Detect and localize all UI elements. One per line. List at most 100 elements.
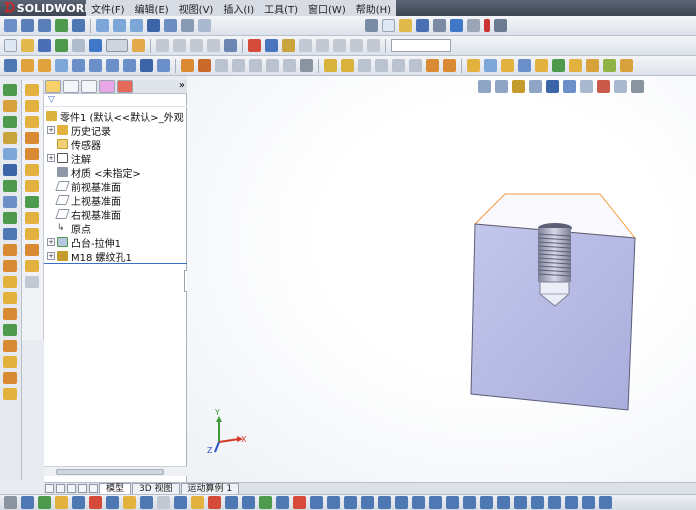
menu-insert[interactable]: 插入(I) — [218, 0, 259, 16]
tree-item-annotations[interactable]: + 注解 — [47, 151, 91, 166]
sketch-tool-icon[interactable] — [259, 496, 272, 509]
sketch-tool-icon[interactable] — [190, 39, 203, 52]
tool-icon[interactable] — [25, 164, 39, 176]
tree-item-front-plane[interactable]: 前视基准面 — [55, 179, 121, 194]
tool-icon[interactable] — [25, 196, 39, 208]
sketch-tool-icon[interactable] — [361, 496, 374, 509]
tool-icon[interactable] — [603, 59, 616, 72]
tree-item-extrude[interactable]: + 凸台-拉伸1 — [47, 235, 121, 250]
sketch-tool-icon[interactable] — [293, 496, 306, 509]
measure-icon[interactable] — [224, 39, 237, 52]
wireframe-icon[interactable] — [181, 19, 194, 32]
sketch-tool-icon[interactable] — [395, 496, 408, 509]
open-icon[interactable] — [399, 19, 412, 32]
horizontal-scrollbar[interactable] — [44, 466, 187, 476]
reference-geometry-icon[interactable] — [324, 59, 337, 72]
scrollbar-thumb[interactable] — [56, 469, 164, 475]
tool-icon[interactable] — [443, 59, 456, 72]
menu-view[interactable]: 视图(V) — [174, 0, 219, 16]
sketch-tool-icon[interactable] — [548, 496, 561, 509]
tool-icon[interactable] — [467, 59, 480, 72]
render-icon[interactable] — [316, 39, 329, 52]
feature-icon[interactable] — [157, 59, 170, 72]
tree-item-part[interactable]: 零件1 (默认<<默认>_外观 显 — [46, 109, 197, 124]
tool-icon[interactable] — [501, 59, 514, 72]
menu-help[interactable]: 帮助(H) — [351, 0, 396, 16]
open-file-icon[interactable] — [21, 39, 34, 52]
tool-icon[interactable] — [3, 164, 17, 176]
sketch-tool-icon[interactable] — [480, 496, 493, 509]
rebuild-icon[interactable] — [484, 19, 490, 32]
chevron-right-icon[interactable]: » — [179, 80, 187, 93]
sketch-tool-icon[interactable] — [72, 496, 85, 509]
tool-icon[interactable] — [3, 276, 17, 288]
tool-icon[interactable] — [392, 59, 405, 72]
tree-item-top-plane[interactable]: 上视基准面 — [55, 193, 121, 208]
dimxpert-tab-icon[interactable] — [99, 80, 115, 93]
tool-icon[interactable] — [3, 356, 17, 368]
view-orientation-icon[interactable] — [4, 19, 17, 32]
tool-icon[interactable] — [535, 59, 548, 72]
sketch-tool-icon[interactable] — [514, 496, 527, 509]
material-edit-icon[interactable] — [282, 39, 295, 52]
first-tab-icon[interactable] — [45, 484, 54, 493]
tab-3d-view[interactable]: 3D 视图 — [132, 483, 180, 494]
tree-item-origin[interactable]: ↳ 原点 — [57, 221, 91, 236]
rebuild-model-icon[interactable] — [132, 39, 145, 52]
select-icon[interactable] — [106, 39, 128, 52]
fillet-icon[interactable] — [181, 59, 194, 72]
tool-icon[interactable] — [25, 132, 39, 144]
shaded-icon[interactable] — [147, 19, 160, 32]
make-drawing-icon[interactable] — [55, 39, 68, 52]
sketch-tool-icon[interactable] — [310, 496, 323, 509]
menu-file[interactable]: 文件(F) — [86, 0, 130, 16]
sketch-tool-icon[interactable] — [140, 496, 153, 509]
display-manager-tab-icon[interactable] — [117, 80, 133, 93]
sketch-tool-icon[interactable] — [106, 496, 119, 509]
zoom-fit-icon[interactable] — [21, 19, 34, 32]
sketch-tool-icon[interactable] — [497, 496, 510, 509]
pattern-icon[interactable] — [266, 59, 279, 72]
tool-icon[interactable] — [426, 59, 439, 72]
options-icon[interactable] — [494, 19, 507, 32]
sketch-tool-icon[interactable] — [446, 496, 459, 509]
sketch-tool-icon[interactable] — [21, 496, 34, 509]
sketch-tool-icon[interactable] — [174, 496, 187, 509]
save-icon[interactable] — [416, 19, 429, 32]
tool-icon[interactable] — [25, 148, 39, 160]
property-manager-tab-icon[interactable] — [63, 80, 79, 93]
sketch-tool-icon[interactable] — [378, 496, 391, 509]
tool-icon[interactable] — [3, 340, 17, 352]
rotate-icon[interactable] — [55, 19, 68, 32]
tool-icon[interactable] — [25, 116, 39, 128]
save-file-icon[interactable] — [38, 39, 51, 52]
print-icon[interactable] — [433, 19, 446, 32]
configuration-dropdown[interactable] — [391, 39, 451, 52]
filter-row[interactable]: ▽ — [44, 95, 187, 107]
feature-icon[interactable] — [55, 59, 68, 72]
section-view-icon[interactable] — [198, 19, 211, 32]
tool-icon[interactable] — [3, 196, 17, 208]
tool-icon[interactable] — [3, 244, 17, 256]
tree-item-material[interactable]: 材质 <未指定> — [57, 165, 141, 180]
sketch-tool-icon[interactable] — [412, 496, 425, 509]
tool-icon[interactable] — [3, 228, 17, 240]
sketch-tool-icon[interactable] — [123, 496, 136, 509]
tool-icon[interactable] — [3, 292, 17, 304]
sketch-tool-icon[interactable] — [276, 496, 289, 509]
appearance-icon[interactable] — [248, 39, 261, 52]
sketch-tool-icon[interactable] — [191, 496, 204, 509]
undo-icon[interactable] — [450, 19, 463, 32]
tool-icon[interactable] — [25, 84, 39, 96]
print-file-icon[interactable] — [72, 39, 85, 52]
prev-tab-icon[interactable] — [56, 484, 65, 493]
sketch-tool-icon[interactable] — [4, 496, 17, 509]
tool-icon[interactable] — [375, 59, 388, 72]
tree-item-right-plane[interactable]: 右视基准面 — [55, 207, 121, 222]
new-doc-icon[interactable] — [382, 19, 395, 32]
feature-icon[interactable] — [123, 59, 136, 72]
sketch-tool-icon[interactable] — [429, 496, 442, 509]
edit-sketch-icon[interactable] — [156, 39, 169, 52]
tool-icon[interactable] — [3, 260, 17, 272]
tool-icon[interactable] — [3, 148, 17, 160]
